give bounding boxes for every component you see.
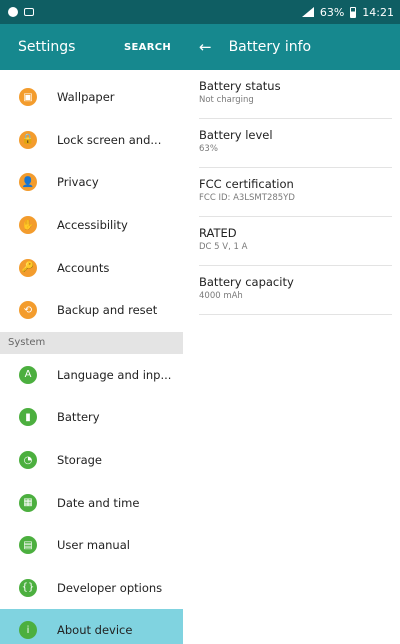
settings-title: Settings <box>18 39 76 55</box>
settings-header: Settings SEARCH <box>0 24 183 70</box>
battery-info-row: Battery level 63% <box>199 119 392 168</box>
battery-info-row: Battery capacity 4000 mAh <box>199 266 392 315</box>
settings-item-key[interactable]: 🔑 Accounts <box>0 246 183 289</box>
settings-item-storage[interactable]: ◔ Storage <box>0 439 183 482</box>
notification-dot-icon <box>8 7 18 17</box>
settings-list[interactable]: ▣ Wallpaper 🔒 Lock screen and... 👤 Privacy ✋ Ac… <box>0 70 183 644</box>
settings-item-language[interactable]: A Language and inp... <box>0 354 183 397</box>
info-icon: i <box>19 621 37 640</box>
settings-item-label: Lock screen and... <box>57 132 162 147</box>
settings-item-lock[interactable]: 🔒 Lock screen and... <box>0 119 183 162</box>
settings-item-label: Accounts <box>57 260 110 275</box>
key-icon: 🔑 <box>19 258 37 277</box>
settings-group-system: A Language and inp... ▮ Battery ◔ Storage ▦ Dat… <box>0 354 183 644</box>
info-row-title: Battery capacity <box>199 275 294 289</box>
settings-item-battery[interactable]: ▮ Battery <box>0 396 183 439</box>
battery-status-icon <box>350 6 357 18</box>
settings-item-label: Language and inp... <box>57 367 172 382</box>
settings-item-accessibility[interactable]: ✋ Accessibility <box>0 204 183 247</box>
settings-item-label: Backup and reset <box>57 303 158 318</box>
screen: 63% 14:21 Settings SEARCH ▣ Wallpaper 🔒 Loc… <box>0 0 400 644</box>
screenshot-icon <box>24 8 34 16</box>
battery-info-row: Battery status Not charging <box>199 70 392 119</box>
info-row-title: RATED <box>199 226 237 240</box>
settings-item-label: Developer options <box>57 580 163 595</box>
back-arrow-icon[interactable]: ← <box>199 38 212 56</box>
lock-icon: 🔒 <box>19 130 37 149</box>
settings-item-manual[interactable]: ▤ User manual <box>0 524 183 567</box>
section-header-system: System <box>0 331 183 354</box>
battery-info-row: RATED DC 5 V, 1 A <box>199 217 392 266</box>
privacy-icon: 👤 <box>19 173 37 192</box>
status-bar-right: 63% 14:21 <box>301 5 394 19</box>
manual-icon: ▤ <box>19 536 37 555</box>
battery-info-title: Battery info <box>228 39 312 55</box>
language-icon: A <box>19 365 37 384</box>
battery-info-row: FCC certification FCC ID: A3LSMT285YD <box>199 168 392 217</box>
settings-item-privacy[interactable]: 👤 Privacy <box>0 161 183 204</box>
storage-icon: ◔ <box>19 451 37 470</box>
info-row-value: 63% <box>199 144 218 154</box>
settings-item-label: User manual <box>57 538 130 553</box>
status-bar: 63% 14:21 <box>0 0 400 24</box>
settings-item-label: Privacy <box>57 175 99 190</box>
battery-info-header: ← Battery info <box>183 24 400 70</box>
info-row-value: FCC ID: A3LSMT285YD <box>199 193 295 203</box>
settings-item-label: Date and time <box>57 495 140 510</box>
settings-group-top: ▣ Wallpaper 🔒 Lock screen and... 👤 Privacy ✋ Ac… <box>0 76 183 332</box>
settings-item-label: Accessibility <box>57 218 128 233</box>
backup-icon: ⟲ <box>19 301 37 320</box>
status-bar-left <box>8 7 34 17</box>
battery-icon: ▮ <box>19 408 37 427</box>
battery-info-list: Battery status Not charging Battery level 6… <box>183 70 400 315</box>
info-row-title: FCC certification <box>199 177 294 191</box>
settings-item-wallpaper[interactable]: ▣ Wallpaper <box>0 76 183 119</box>
info-row-title: Battery status <box>199 79 281 93</box>
signal-icon <box>301 7 314 17</box>
developer-icon: {} <box>19 578 37 597</box>
battery-info-panel: ← Battery info Battery status Not chargin… <box>183 24 400 644</box>
info-row-value: DC 5 V, 1 A <box>199 242 248 252</box>
settings-item-label: About device <box>57 623 133 638</box>
calendar-icon: ▦ <box>19 493 37 512</box>
settings-item-developer[interactable]: {} Developer options <box>0 567 183 610</box>
settings-panel: Settings SEARCH ▣ Wallpaper 🔒 Lock screen a… <box>0 24 183 644</box>
search-button[interactable]: SEARCH <box>124 42 171 53</box>
info-row-title: Battery level <box>199 128 273 142</box>
accessibility-icon: ✋ <box>19 216 37 235</box>
info-row-value: Not charging <box>199 95 254 105</box>
info-row-value: 4000 mAh <box>199 291 243 301</box>
settings-item-info[interactable]: i About device <box>0 609 183 644</box>
clock: 14:21 <box>362 5 394 19</box>
battery-percent: 63% <box>319 5 345 19</box>
settings-item-backup[interactable]: ⟲ Backup and reset <box>0 289 183 332</box>
settings-item-label: Battery <box>57 410 100 425</box>
wallpaper-icon: ▣ <box>19 88 37 107</box>
settings-item-label: Wallpaper <box>57 90 115 105</box>
settings-item-label: Storage <box>57 453 102 468</box>
settings-item-calendar[interactable]: ▦ Date and time <box>0 481 183 524</box>
